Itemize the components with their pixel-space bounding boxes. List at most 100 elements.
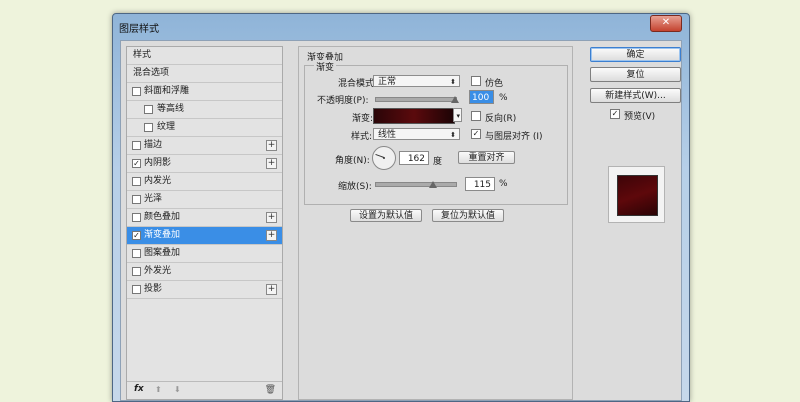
opacity-slider-thumb[interactable]	[451, 96, 459, 103]
style-list-item-label: 混合选项	[133, 68, 170, 78]
opacity-label: 不透明度(P):	[317, 96, 369, 106]
add-effect-icon[interactable]: +	[266, 284, 277, 295]
style-checkbox[interactable]	[144, 105, 153, 114]
style-list-item-label: 渐变叠加	[144, 230, 181, 240]
scale-slider[interactable]	[375, 182, 457, 187]
scale-label: 缩放(S):	[338, 182, 372, 192]
opacity-slider[interactable]	[375, 97, 457, 102]
add-effect-icon[interactable]: +	[266, 140, 277, 151]
style-list: 样式 混合选项 斜面和浮雕 等高线 纹理 描边 + ✓ 内阴影 + 内发光 光泽 颜色叠加 + ✓ 渐变叠加 +…	[126, 46, 283, 400]
style-list-item[interactable]: 图案叠加	[127, 245, 282, 263]
blend-mode-label: 混合模式:	[338, 79, 378, 89]
preview-swatch	[617, 175, 658, 216]
scale-percent: %	[499, 179, 508, 189]
style-list-item-label: 等高线	[157, 104, 185, 114]
style-checkbox[interactable]: ✓	[132, 159, 141, 168]
style-list-item[interactable]: 纹理	[127, 119, 282, 137]
reverse-checkbox[interactable]	[471, 111, 481, 121]
style-list-item[interactable]: 混合选项	[127, 65, 282, 83]
degree-label: 度	[433, 157, 443, 167]
style-list-item-label: 描边	[144, 140, 163, 150]
style-list-item[interactable]: 等高线	[127, 101, 282, 119]
blend-mode-select[interactable]: 正常 ⬍	[373, 75, 460, 87]
style-list-item[interactable]: ✓ 渐变叠加 +	[127, 227, 282, 245]
move-up-icon[interactable]: ⬆	[155, 385, 162, 394]
dialog-body: 样式 混合选项 斜面和浮雕 等高线 纹理 描边 + ✓ 内阴影 + 内发光 光泽 颜色叠加 + ✓ 渐变叠加 +…	[120, 40, 682, 401]
dither-checkbox[interactable]	[471, 76, 481, 86]
style-list-item-label: 纹理	[157, 122, 176, 132]
set-default-button[interactable]: 设置为默认值	[350, 209, 422, 222]
title-bar[interactable]: 图层样式 ✕	[113, 14, 689, 38]
gradient-label: 渐变:	[352, 114, 374, 124]
align-checkbox[interactable]: ✓	[471, 129, 481, 139]
preview-area	[608, 166, 665, 223]
preview-checkbox[interactable]: ✓	[610, 109, 620, 119]
chevron-updown-icon: ⬍	[450, 131, 456, 139]
reverse-label: 反向(R)	[485, 114, 517, 124]
preview-label: 预览(V)	[624, 112, 656, 122]
style-list-item[interactable]: 描边 +	[127, 137, 282, 155]
angle-input[interactable]: 162	[399, 151, 429, 165]
angle-dial[interactable]	[372, 146, 396, 170]
blend-mode-value: 正常	[378, 77, 397, 87]
style-list-item-label: 投影	[144, 284, 163, 294]
gradient-group-title: 渐变	[314, 60, 337, 73]
fx-icon[interactable]: fx	[134, 384, 144, 394]
style-checkbox[interactable]	[132, 177, 141, 186]
scale-slider-thumb[interactable]	[428, 181, 437, 188]
style-checkbox[interactable]	[132, 213, 141, 222]
new-style-button[interactable]: 新建样式(W)...	[590, 88, 681, 103]
gradient-group: 渐变 混合模式: 正常 ⬍ 仿色 不透明度(P): 100 % 渐变: ▾ 反向…	[304, 60, 568, 205]
style-list-item[interactable]: 斜面和浮雕	[127, 83, 282, 101]
scale-input[interactable]: 115	[465, 177, 495, 191]
style-checkbox[interactable]	[132, 195, 141, 204]
add-effect-icon[interactable]: +	[266, 230, 277, 241]
style-checkbox[interactable]	[132, 249, 141, 258]
style-list-item-label: 光泽	[144, 194, 163, 204]
layer-style-dialog: 图层样式 ✕ 样式 混合选项 斜面和浮雕 等高线 纹理 描边 + ✓ 内阴影 + 内发光 光泽 颜色叠加…	[112, 13, 690, 402]
gradient-dropdown[interactable]: ▾	[453, 108, 462, 122]
gradient-overlay-panel: 渐变叠加 渐变 混合模式: 正常 ⬍ 仿色 不透明度(P): 100 % 渐变:	[298, 46, 573, 400]
style-list-item[interactable]: 颜色叠加 +	[127, 209, 282, 227]
reset-button[interactable]: 复位	[590, 67, 681, 82]
style-list-item[interactable]: 样式	[127, 47, 282, 65]
style-checkbox[interactable]	[132, 87, 141, 96]
style-checkbox[interactable]	[144, 123, 153, 132]
style-list-item-label: 图案叠加	[144, 248, 181, 258]
style-checkbox[interactable]	[132, 141, 141, 150]
style-checkbox[interactable]	[132, 285, 141, 294]
trash-icon[interactable]: 🗑	[265, 385, 276, 395]
dither-label: 仿色	[485, 79, 504, 89]
close-button[interactable]: ✕	[650, 15, 682, 32]
gradient-picker[interactable]	[373, 108, 455, 124]
style-list-item-label: 颜色叠加	[144, 212, 181, 222]
add-effect-icon[interactable]: +	[266, 158, 277, 169]
add-effect-icon[interactable]: +	[266, 212, 277, 223]
style-checkbox[interactable]: ✓	[132, 231, 141, 240]
style-label: 样式:	[351, 132, 373, 142]
style-list-item-label: 样式	[133, 50, 152, 60]
style-list-item[interactable]: 内发光	[127, 173, 282, 191]
style-list-item-label: 内发光	[144, 176, 172, 186]
style-list-item-label: 斜面和浮雕	[144, 86, 190, 96]
reset-align-button[interactable]: 重置对齐	[458, 151, 515, 164]
opacity-input[interactable]: 100	[469, 90, 494, 104]
style-list-item[interactable]: 光泽	[127, 191, 282, 209]
style-list-item[interactable]: ✓ 内阴影 +	[127, 155, 282, 173]
style-list-item[interactable]: 投影 +	[127, 281, 282, 299]
move-down-icon[interactable]: ⬇	[174, 385, 181, 394]
style-value: 线性	[378, 130, 397, 140]
angle-dial-center	[383, 157, 385, 159]
chevron-down-icon: ▾	[456, 112, 460, 120]
style-checkbox[interactable]	[132, 267, 141, 276]
ok-button[interactable]: 确定	[590, 47, 681, 62]
dialog-title: 图层样式	[119, 24, 159, 35]
angle-label: 角度(N):	[335, 156, 370, 166]
style-select[interactable]: 线性 ⬍	[373, 128, 460, 140]
style-list-item-label: 外发光	[144, 266, 172, 276]
chevron-updown-icon: ⬍	[450, 78, 456, 86]
style-list-footer: fx ⬆ ⬇ 🗑	[127, 381, 282, 399]
opacity-percent: %	[499, 93, 508, 103]
style-list-item[interactable]: 外发光	[127, 263, 282, 281]
reset-default-button[interactable]: 复位为默认值	[432, 209, 504, 222]
